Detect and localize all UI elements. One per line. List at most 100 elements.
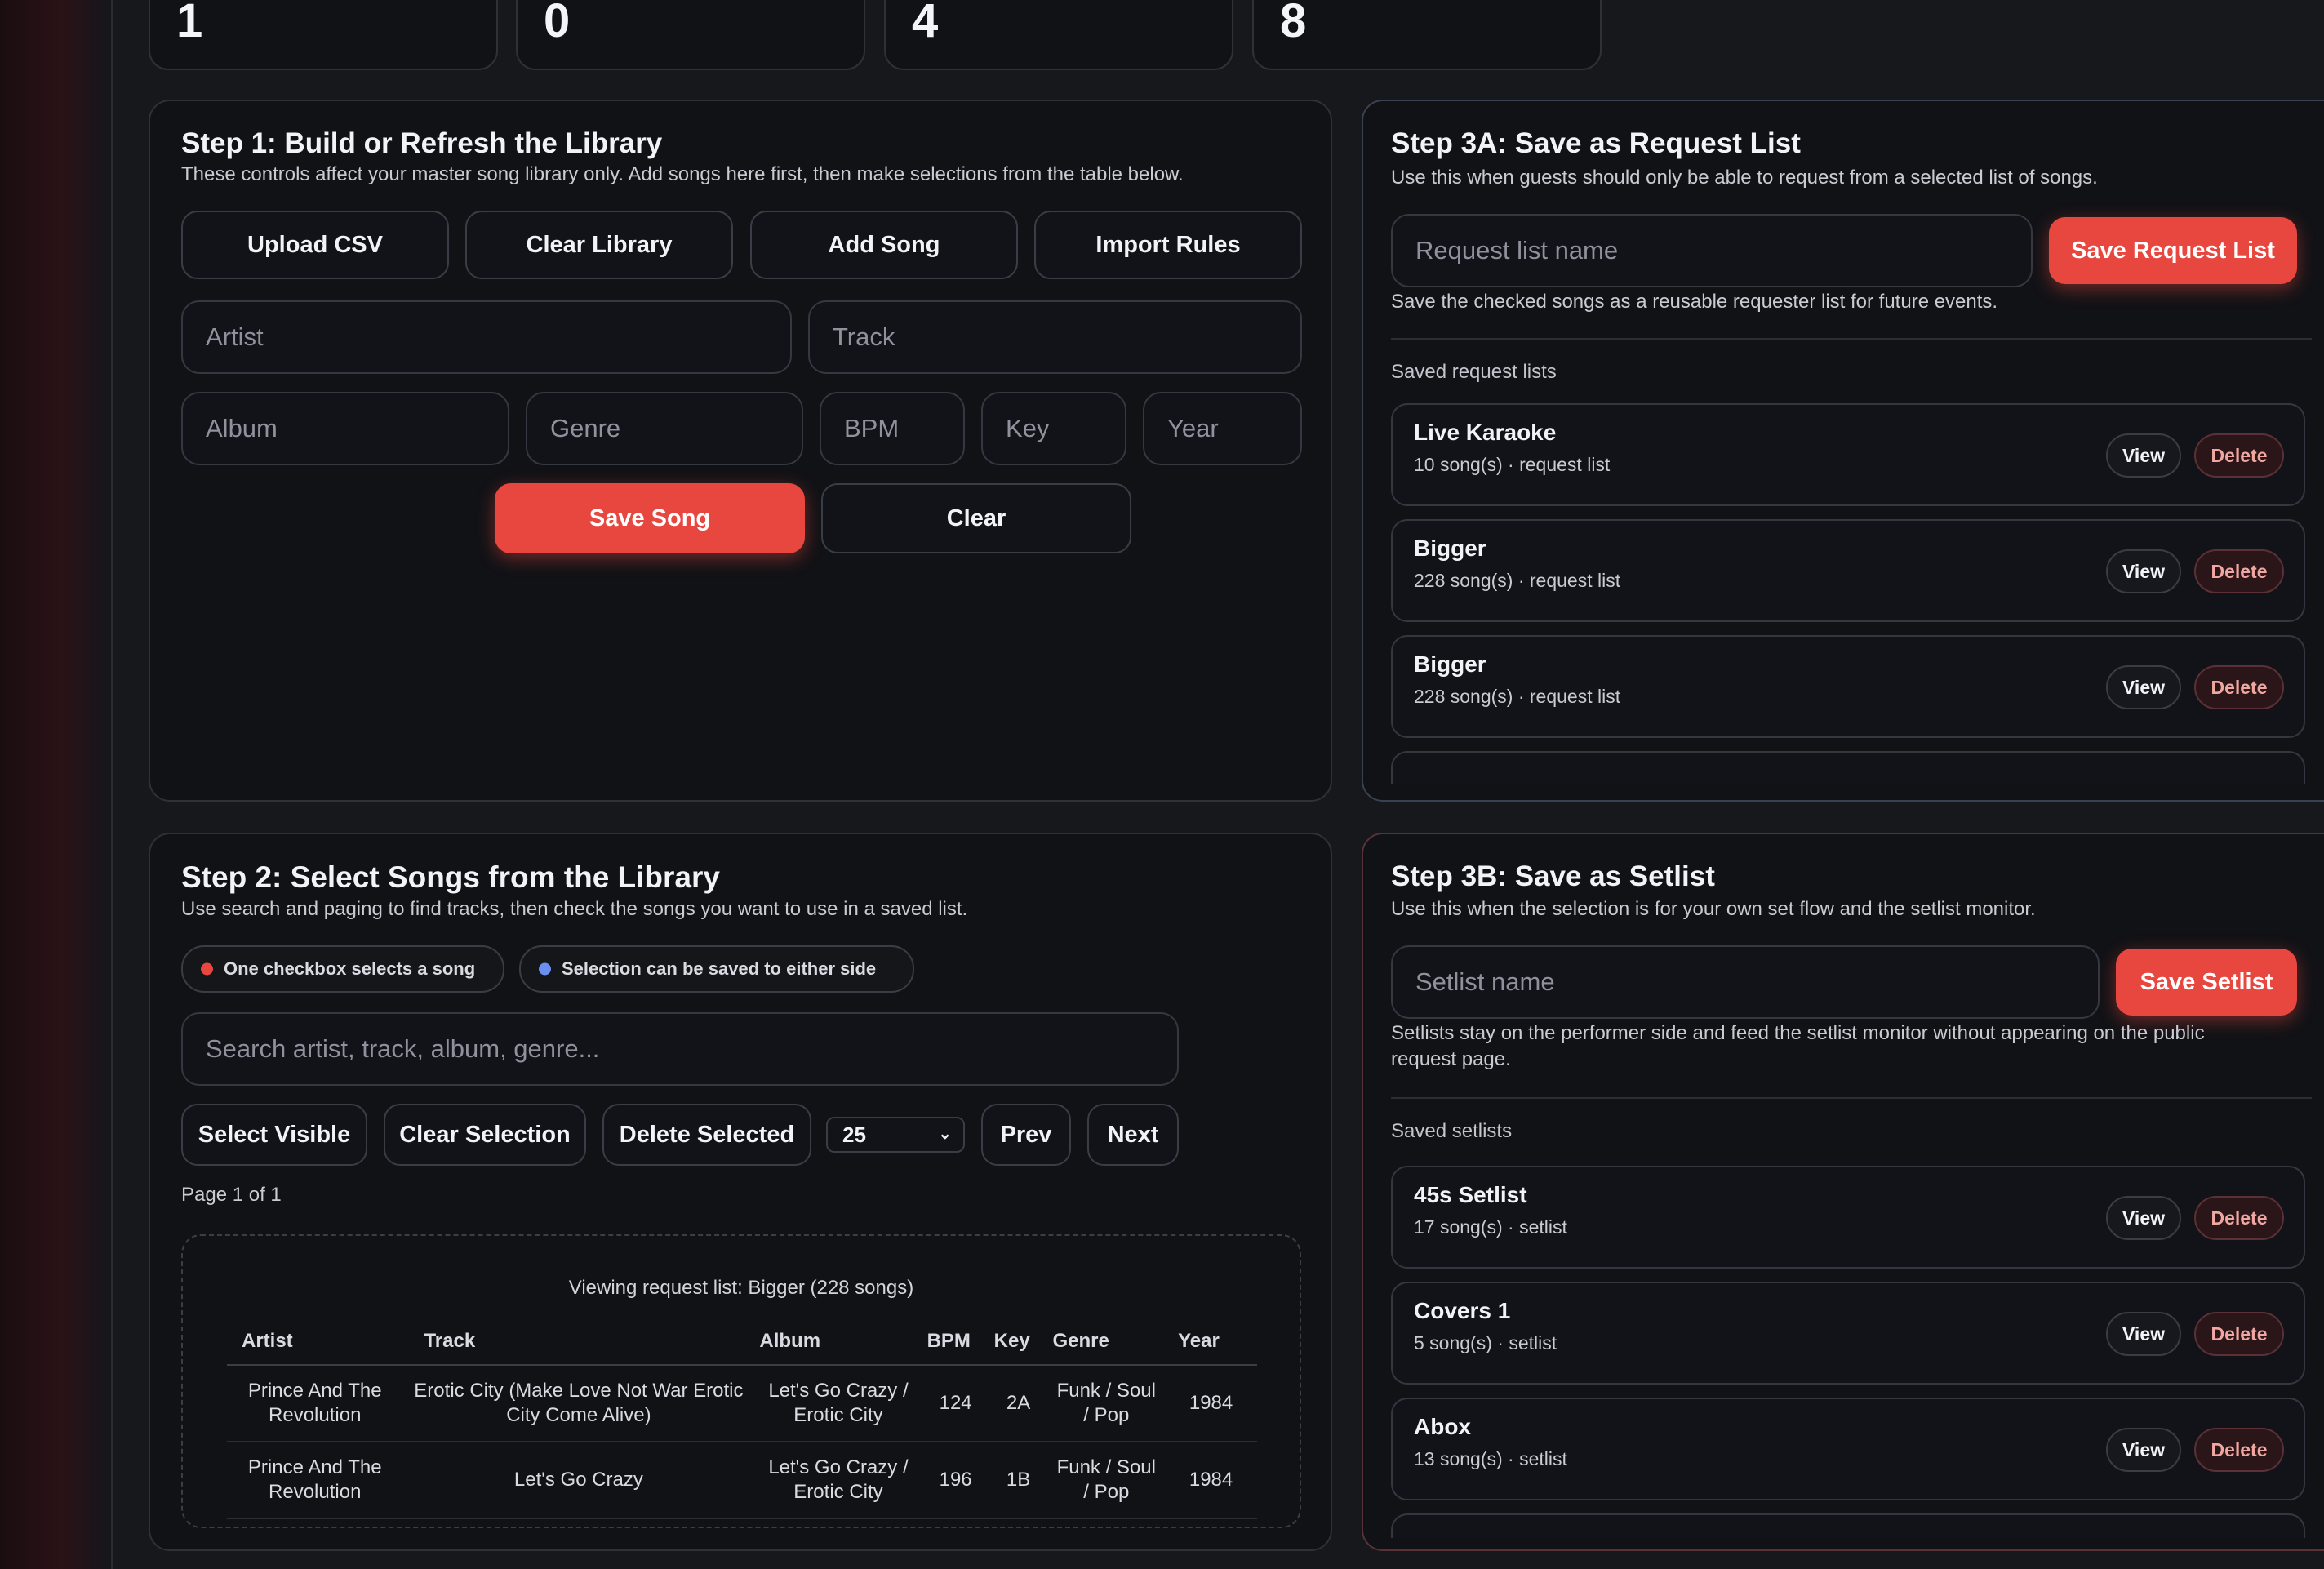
request-list-item: Bigger 228 song(s) · request list View D… [1391,635,2305,738]
col-year: Year [1165,1318,1257,1366]
cell-bpm: 124 [922,1365,989,1442]
red-dot-icon [201,962,213,976]
view-button[interactable]: View [2106,665,2181,709]
col-bpm: BPM [922,1318,989,1366]
setlist-hint-line1: Setlists stay on the performer side and … [1391,1022,2205,1044]
delete-button[interactable]: Delete [2194,1312,2284,1356]
delete-button[interactable]: Delete [2194,433,2284,478]
left-backdrop [0,0,111,1569]
view-button[interactable]: View [2106,1428,2181,1472]
setlist-meta: 17 song(s) · setlist [1414,1216,1567,1238]
stat-card: 1 [149,0,498,70]
cell-album: Let's Go Crazy / Erotic City [754,1365,922,1442]
cell-year: 1984 [1165,1442,1257,1519]
col-artist: Artist [227,1318,403,1366]
page-size-select[interactable]: 25 ⌄ [826,1117,965,1153]
main-content: 1 0 4 8 Step 1: Build or Refresh the Lib… [111,0,2324,1569]
song-table-container: Viewing request list: Bigger (228 songs)… [181,1234,1301,1528]
view-button[interactable]: View [2106,433,2181,478]
request-list-hint: Save the checked songs as a reusable req… [1391,291,1998,313]
step3a-title: Step 3A: Save as Request List [1391,127,1801,159]
cell-track: Let's Go Crazy [402,1442,755,1519]
stat-value: 4 [912,0,939,47]
step1-panel: Step 1: Build or Refresh the Library The… [149,100,1332,802]
cell-artist: Prince And The Revolution [227,1365,403,1442]
request-list-meta: 10 song(s) · request list [1414,454,1611,475]
col-track: Track [402,1318,755,1366]
delete-selected-button[interactable]: Delete Selected [602,1104,811,1166]
table-row[interactable]: Prince And The Revolution Let's Go Crazy… [227,1442,1257,1519]
chevron-down-icon: ⌄ [938,1125,952,1143]
delete-button[interactable]: Delete [2194,1428,2284,1472]
cell-artist: Prince And The Revolution [227,1442,403,1519]
request-list-name-input[interactable]: Request list name [1391,214,2033,287]
prev-page-button[interactable]: Prev [981,1104,1071,1166]
step3b-description: Use this when the selection is for your … [1391,898,2036,920]
genre-input[interactable]: Genre [526,392,803,465]
divider [1391,1097,2312,1099]
table-header-row: Artist Track Album BPM Key Genre Year [227,1318,1257,1366]
col-album: Album [754,1318,922,1366]
stat-card: 0 [516,0,865,70]
setlist-name: Abox [1414,1414,1471,1439]
stat-value: 8 [1280,0,1307,47]
chip-label: Selection can be saved to either side [562,958,877,979]
select-visible-button[interactable]: Select Visible [181,1104,367,1166]
clear-library-button[interactable]: Clear Library [465,211,733,279]
key-input[interactable]: Key [981,392,1126,465]
setlist-name-input[interactable]: Setlist name [1391,945,2100,1019]
view-button[interactable]: View [2106,1312,2181,1356]
delete-button[interactable]: Delete [2194,549,2284,593]
add-song-button[interactable]: Add Song [750,211,1018,279]
step1-title: Step 1: Build or Refresh the Library [181,127,663,159]
next-page-button[interactable]: Next [1087,1104,1179,1166]
song-table: Artist Track Album BPM Key Genre Year Pr… [227,1318,1257,1519]
saved-request-lists-heading: Saved request lists [1391,361,1557,383]
page-info: Page 1 of 1 [181,1184,282,1206]
table-caption: Viewing request list: Bigger (228 songs) [568,1277,914,1299]
step3b-title: Step 3B: Save as Setlist [1391,860,1715,892]
track-input[interactable]: Track [808,300,1302,374]
cell-key: 1B [989,1442,1048,1519]
save-request-list-button[interactable]: Save Request List [2049,217,2297,284]
delete-button[interactable]: Delete [2194,665,2284,709]
step2-panel: Step 2: Select Songs from the Library Us… [149,833,1332,1551]
setlist-meta: 13 song(s) · setlist [1414,1448,1567,1469]
bpm-input[interactable]: BPM [820,392,965,465]
upload-csv-button[interactable]: Upload CSV [181,211,449,279]
view-button[interactable]: View [2106,549,2181,593]
request-list-meta: 228 song(s) · request list [1414,570,1621,591]
cell-genre: Funk / Soul / Pop [1047,1365,1166,1442]
step3b-panel: Step 3B: Save as Setlist Use this when t… [1362,833,2324,1551]
clear-selection-button[interactable]: Clear Selection [384,1104,586,1166]
album-input[interactable]: Album [181,392,509,465]
stat-value: 0 [544,0,571,47]
year-input[interactable]: Year [1143,392,1302,465]
stat-value: 1 [176,0,203,47]
step3a-panel: Step 3A: Save as Request List Use this w… [1362,100,2324,802]
clear-form-button[interactable]: Clear [821,483,1131,553]
request-list-name: Bigger [1414,536,1486,561]
setlist-item: Abox 13 song(s) · setlist View Delete [1391,1398,2305,1500]
cell-album: Let's Go Crazy / Erotic City [754,1442,922,1519]
setlist-name: Covers 1 [1414,1298,1511,1323]
library-search-input[interactable]: Search artist, track, album, genre... [181,1012,1179,1086]
save-song-button[interactable]: Save Song [495,483,805,553]
request-list-name: Bigger [1414,651,1486,677]
request-list-name: Live Karaoke [1414,420,1557,445]
delete-button[interactable]: Delete [2194,1196,2284,1240]
table-row[interactable]: Prince And The Revolution Erotic City (M… [227,1365,1257,1442]
artist-input[interactable]: Artist [181,300,792,374]
setlist-item: Covers 1 5 song(s) · setlist View Delete [1391,1282,2305,1385]
view-button[interactable]: View [2106,1196,2181,1240]
info-chip: Selection can be saved to either side [519,945,914,993]
cell-year: 1984 [1165,1365,1257,1442]
save-setlist-button[interactable]: Save Setlist [2116,949,2297,1016]
cell-track: Erotic City (Make Love Not War Erotic Ci… [402,1365,755,1442]
setlist-item: 45s Setlist 17 song(s) · setlist View De… [1391,1166,2305,1269]
col-genre: Genre [1047,1318,1166,1366]
blue-dot-icon [539,962,551,976]
step3a-description: Use this when guests should only be able… [1391,167,2098,189]
import-rules-button[interactable]: Import Rules [1034,211,1302,279]
info-chip: One checkbox selects a song [181,945,504,993]
